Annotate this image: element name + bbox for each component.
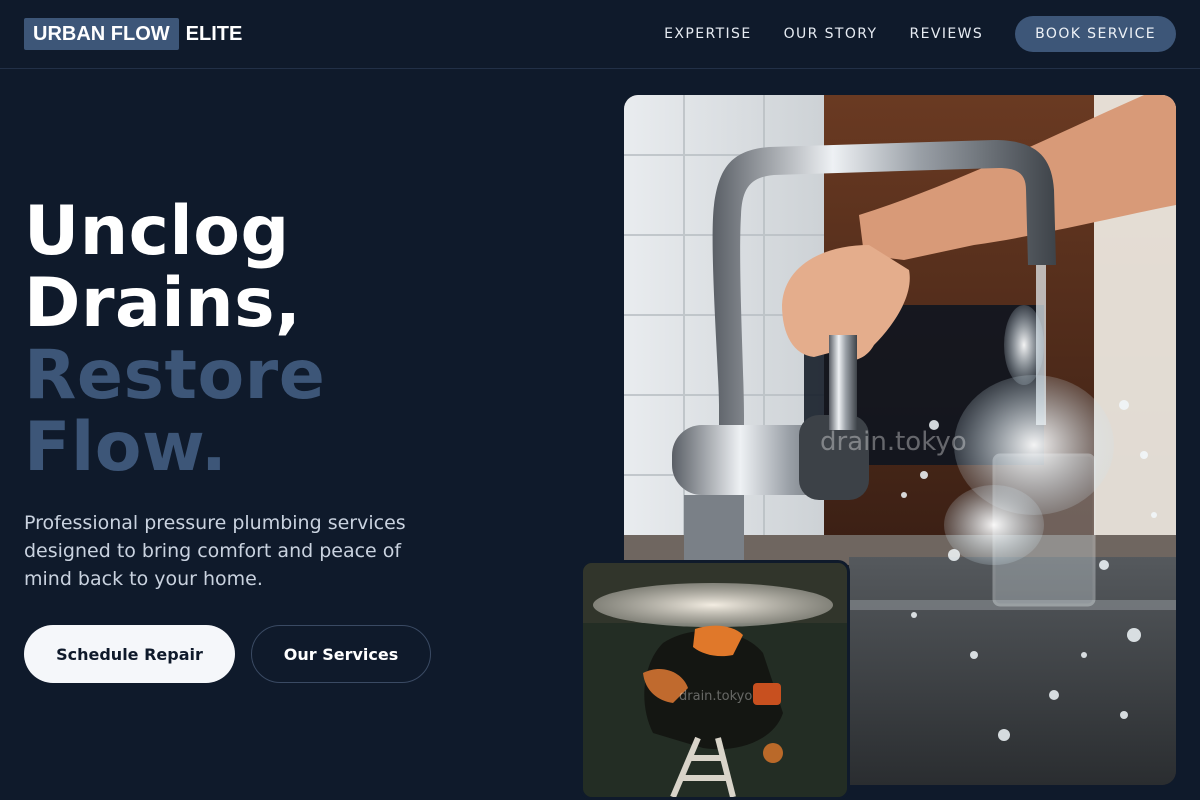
- plumber-photo-illustration: [583, 563, 847, 797]
- small-photo-watermark: drain.tokyo: [679, 689, 753, 704]
- brand-logo-tail: ELITE: [185, 22, 243, 45]
- nav-link-expertise[interactable]: EXPERTISE: [664, 26, 751, 42]
- hero-title-line-2: Drains,: [24, 264, 302, 343]
- main-nav: EXPERTISE OUR STORY REVIEWS BOOK SERVICE: [664, 16, 1176, 52]
- brand-logo[interactable]: URBAN FLOW ELITE: [24, 18, 242, 50]
- hero-title-line-3: Restore: [24, 336, 326, 415]
- book-service-button[interactable]: BOOK SERVICE: [1015, 16, 1176, 52]
- hero-title-line-4: Flow.: [24, 408, 228, 487]
- main-photo-watermark: drain.tokyo: [820, 427, 967, 457]
- brand-logo-highlight: URBAN FLOW: [24, 18, 179, 50]
- hero-title-line-1: Unclog: [24, 192, 290, 271]
- schedule-repair-button[interactable]: Schedule Repair: [24, 625, 235, 683]
- site-header: URBAN FLOW ELITE EXPERTISE OUR STORY REV…: [0, 0, 1200, 69]
- our-services-button[interactable]: Our Services: [251, 625, 431, 683]
- plumber-photo: drain.tokyo: [580, 560, 850, 800]
- hero-subtitle: Professional pressure plumbing services …: [24, 512, 406, 590]
- nav-link-our-story[interactable]: OUR STORY: [784, 26, 878, 42]
- nav-link-reviews[interactable]: REVIEWS: [909, 26, 983, 42]
- hero-title: Unclog Drains, Restore Flow.: [24, 196, 584, 484]
